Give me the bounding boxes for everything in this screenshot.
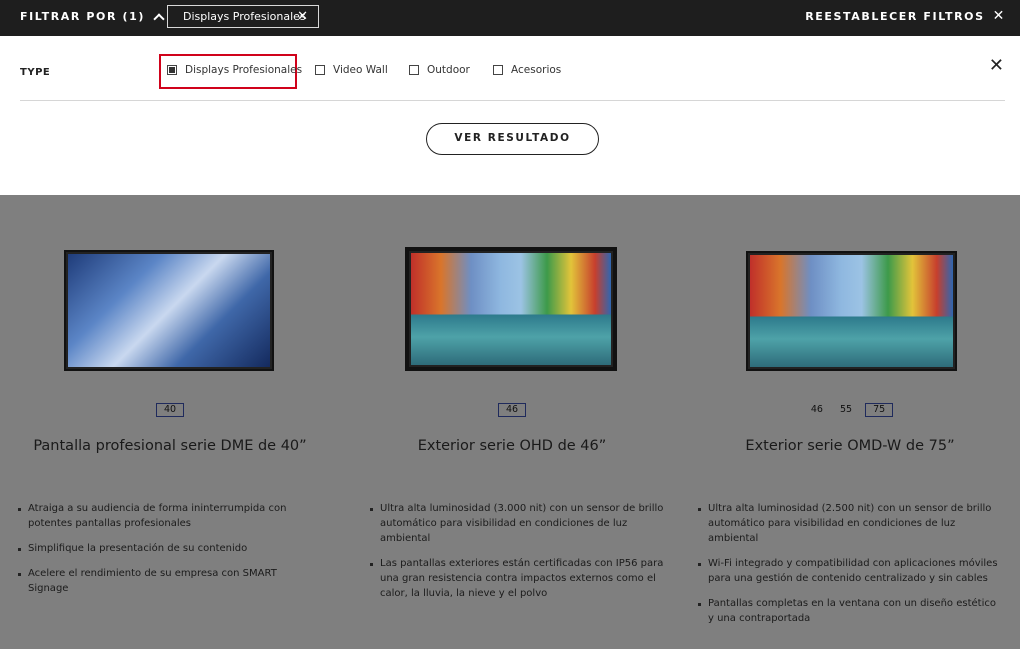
feature-item: Simplifique la presentación de su conten… xyxy=(18,541,318,556)
filter-panel: TYPE Displays Profesionales Video Wall O… xyxy=(0,36,1020,195)
filter-toggle-button[interactable]: FILTRAR POR (1) xyxy=(20,10,165,25)
product-image[interactable] xyxy=(746,251,957,371)
product-image-content xyxy=(68,254,270,367)
size-selector: 46 xyxy=(342,403,682,417)
filter-toggle-label: FILTRAR POR (1) xyxy=(20,10,146,23)
checkbox-icon[interactable] xyxy=(493,65,503,75)
filter-type-heading: TYPE xyxy=(20,67,51,78)
see-results-button[interactable]: VER RESULTADO xyxy=(426,123,599,155)
product-image[interactable] xyxy=(64,250,274,371)
filter-option-video-wall[interactable]: Video Wall xyxy=(315,64,388,76)
size-selector: 46 55 75 xyxy=(680,403,1020,417)
product-title[interactable]: Pantalla profesional serie DME de 40” xyxy=(0,438,340,454)
size-option[interactable]: 46 xyxy=(807,404,827,416)
filter-option-outdoor[interactable]: Outdoor xyxy=(409,64,470,76)
filter-option-displays-profesionales[interactable]: Displays Profesionales xyxy=(167,64,302,76)
filter-option-label: Outdoor xyxy=(427,64,470,76)
reset-filters-button[interactable]: REESTABLECER FILTROS ✕ xyxy=(805,8,1006,24)
product-card-dme: 40 Pantalla profesional serie DME de 40”… xyxy=(0,195,340,649)
active-filter-chip-label: Displays Profesionales xyxy=(183,10,306,23)
size-option-selected[interactable]: 40 xyxy=(155,403,185,417)
active-filter-chip[interactable]: Displays Profesionales ✕ xyxy=(167,5,319,28)
close-icon: ✕ xyxy=(992,8,1006,24)
product-title[interactable]: Exterior serie OMD-W de 75” xyxy=(680,438,1020,454)
product-card-ohd: 46 Exterior serie OHD de 46” Ultra alta … xyxy=(342,195,682,649)
close-panel-icon[interactable]: ✕ xyxy=(989,55,1004,76)
close-icon[interactable]: ✕ xyxy=(297,6,308,27)
feature-item: Las pantallas exteriores están certifica… xyxy=(370,556,670,601)
filter-option-label: Displays Profesionales xyxy=(185,64,303,76)
checkbox-checked-icon[interactable] xyxy=(167,65,177,75)
product-image[interactable] xyxy=(405,247,617,371)
feature-item: Pantallas completas en la ventana con un… xyxy=(698,596,998,626)
filter-option-label: Video Wall xyxy=(333,64,388,76)
product-title[interactable]: Exterior serie OHD de 46” xyxy=(342,438,682,454)
feature-list: Ultra alta luminosidad (3.000 nit) con u… xyxy=(370,501,670,611)
feature-item: Ultra alta luminosidad (3.000 nit) con u… xyxy=(370,501,670,546)
checkbox-icon[interactable] xyxy=(409,65,419,75)
product-image-content xyxy=(411,253,611,365)
reset-filters-label: REESTABLECER FILTROS xyxy=(805,10,985,23)
filter-option-acesorios[interactable]: Acesorios xyxy=(493,64,561,76)
feature-list: Ultra alta luminosidad (2.500 nit) con u… xyxy=(698,501,998,636)
feature-list: Atraiga a su audiencia de forma ininterr… xyxy=(18,501,318,606)
checkbox-icon[interactable] xyxy=(315,65,325,75)
size-selector: 40 xyxy=(0,403,340,417)
filter-option-label: Acesorios xyxy=(511,64,562,76)
size-option[interactable]: 55 xyxy=(836,404,856,416)
feature-item: Atraiga a su audiencia de forma ininterr… xyxy=(18,501,318,531)
size-option-selected[interactable]: 46 xyxy=(497,403,527,417)
size-option-selected[interactable]: 75 xyxy=(865,403,894,417)
feature-item: Ultra alta luminosidad (2.500 nit) con u… xyxy=(698,501,998,546)
product-image-content xyxy=(750,255,953,367)
feature-item: Acelere el rendimiento de su empresa con… xyxy=(18,566,318,596)
filter-bar: FILTRAR POR (1) Displays Profesionales ✕… xyxy=(0,0,1020,36)
chevron-up-icon xyxy=(153,12,165,25)
divider xyxy=(20,100,1005,101)
feature-item: Wi-Fi integrado y compatibilidad con apl… xyxy=(698,556,998,586)
product-card-omd-w: 46 55 75 Exterior serie OMD-W de 75” Ult… xyxy=(680,195,1020,649)
